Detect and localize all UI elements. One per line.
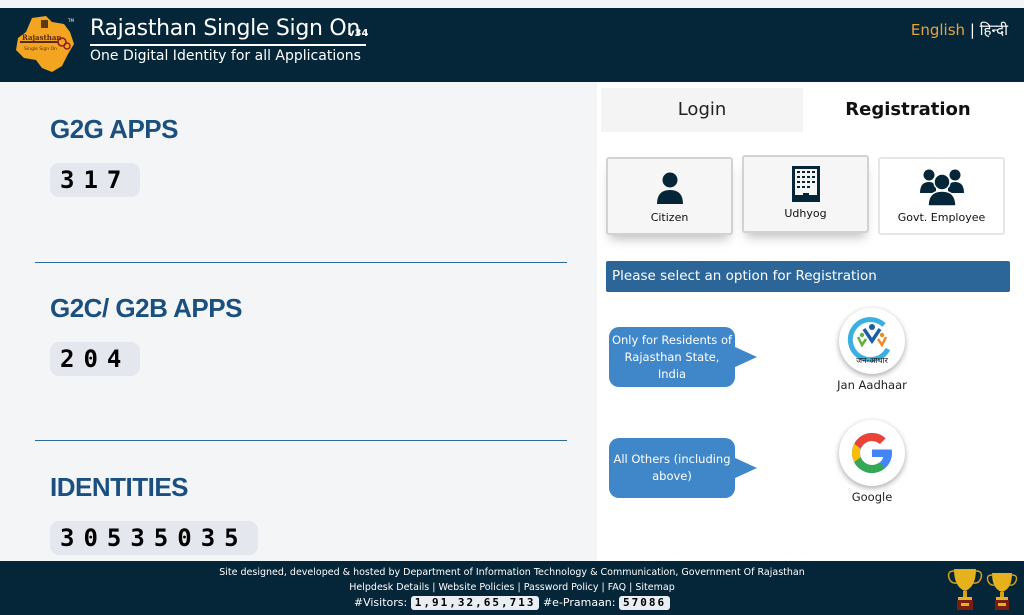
note-text: All Others (including above) <box>613 452 731 483</box>
google-note: All Others (including above) <box>609 438 735 498</box>
card-label: Udhyog <box>784 207 827 220</box>
register-udhyog-button[interactable]: Udhyog <box>742 155 869 233</box>
provider-label: Google <box>851 490 893 504</box>
stats-panel: G2G APPS 317 G2C/ G2B APPS 204 IDENTITIE… <box>5 82 597 561</box>
footer-credit: Site designed, developed & hosted by Dep… <box>219 567 805 578</box>
stat-counter: 317 <box>50 163 141 197</box>
stat-g2c-g2b-apps: G2C/ G2B APPS 204 <box>50 293 242 376</box>
svg-text:जन-आधार: जन-आधार <box>856 356 888 365</box>
divider <box>35 440 567 441</box>
stat-identities: IDENTITIES 30535035 <box>50 472 258 555</box>
jan-aadhaar-note: Only for Residents of Rajasthan State, I… <box>609 327 735 387</box>
visitors-label: #Visitors: <box>353 596 408 609</box>
footer-link-faq[interactable]: FAQ <box>608 582 626 593</box>
footer-counters: #Visitors: 1,91,32,65,713 #e-Pramaan: 57… <box>0 596 1024 610</box>
building-icon <box>791 166 820 202</box>
footer-links: Helpdesk Details | Website Policies | Pa… <box>349 582 675 593</box>
site-subtitle: One Digital Identity for all Application… <box>90 48 361 64</box>
register-govt-employee-button[interactable]: Govt. Employee <box>878 157 1005 235</box>
top-strip <box>0 0 1024 8</box>
lang-english-link[interactable]: English <box>911 21 965 39</box>
site-title: Rajasthan Single Sign On <box>90 16 360 41</box>
card-label: Govt. Employee <box>897 211 986 224</box>
stat-counter: 204 <box>50 342 141 376</box>
footer-link-password-policy[interactable]: Password Policy <box>524 582 599 593</box>
google-logo <box>839 420 905 486</box>
lang-hindi-link[interactable]: हिन्दी <box>980 21 1008 39</box>
stat-label: G2G APPS <box>50 114 178 144</box>
footer-link-sitemap[interactable]: Sitemap <box>635 582 674 593</box>
register-citizen-button[interactable]: Citizen <box>606 157 733 235</box>
auth-panel: Login Registration Citizen Udhyog Govt. … <box>597 82 1024 561</box>
trophy-icon <box>947 569 1018 610</box>
tab-registration[interactable]: Registration <box>807 88 1009 132</box>
google-icon <box>852 433 892 473</box>
svg-text:Single Sign On: Single Sign On <box>24 46 57 52</box>
card-label: Citizen <box>650 211 689 224</box>
jan-aadhaar-logo: जन-आधार <box>839 308 905 374</box>
footer-link-website-policies[interactable]: Website Policies <box>438 582 514 593</box>
divider <box>35 262 567 263</box>
svg-text:TM: TM <box>67 18 74 23</box>
provider-label: Jan Aadhaar <box>837 378 907 392</box>
lang-separator: | <box>969 21 975 39</box>
users-icon <box>919 169 964 207</box>
jan-aadhaar-register-button[interactable]: जन-आधार Jan Aadhaar <box>827 308 917 392</box>
registration-prompt-banner: Please select an option for Registration <box>606 261 1010 292</box>
visitors-counter: 1,91,32,65,713 <box>410 596 540 610</box>
language-switcher: English | हिन्दी <box>911 20 1008 40</box>
version-badge: v34 <box>348 28 369 39</box>
google-register-button[interactable]: Google <box>827 420 917 504</box>
stat-g2g-apps: G2G APPS 317 <box>50 114 178 197</box>
stat-label: G2C/ G2B APPS <box>50 293 242 323</box>
rajsso-logo[interactable]: Rajasthan Single Sign On TM <box>12 14 78 76</box>
note-text: Only for Residents of Rajasthan State, I… <box>611 332 733 381</box>
stat-label: IDENTITIES <box>50 472 189 502</box>
svg-text:Rajasthan: Rajasthan <box>22 33 61 42</box>
site-header: Rajasthan Single Sign On TM Rajasthan Si… <box>0 8 1024 82</box>
tab-login[interactable]: Login <box>601 88 803 132</box>
user-icon <box>656 172 683 204</box>
awards <box>946 565 1022 614</box>
epramaan-label: #e-Pramaan: <box>542 596 616 609</box>
site-footer: Site designed, developed & hosted by Dep… <box>0 561 1024 615</box>
epramaan-counter: 57086 <box>618 596 671 610</box>
jan-aadhaar-icon: जन-आधार <box>847 317 891 365</box>
title-underline <box>90 44 366 46</box>
footer-link-helpdesk[interactable]: Helpdesk Details <box>349 582 429 593</box>
stat-counter: 30535035 <box>50 521 258 555</box>
